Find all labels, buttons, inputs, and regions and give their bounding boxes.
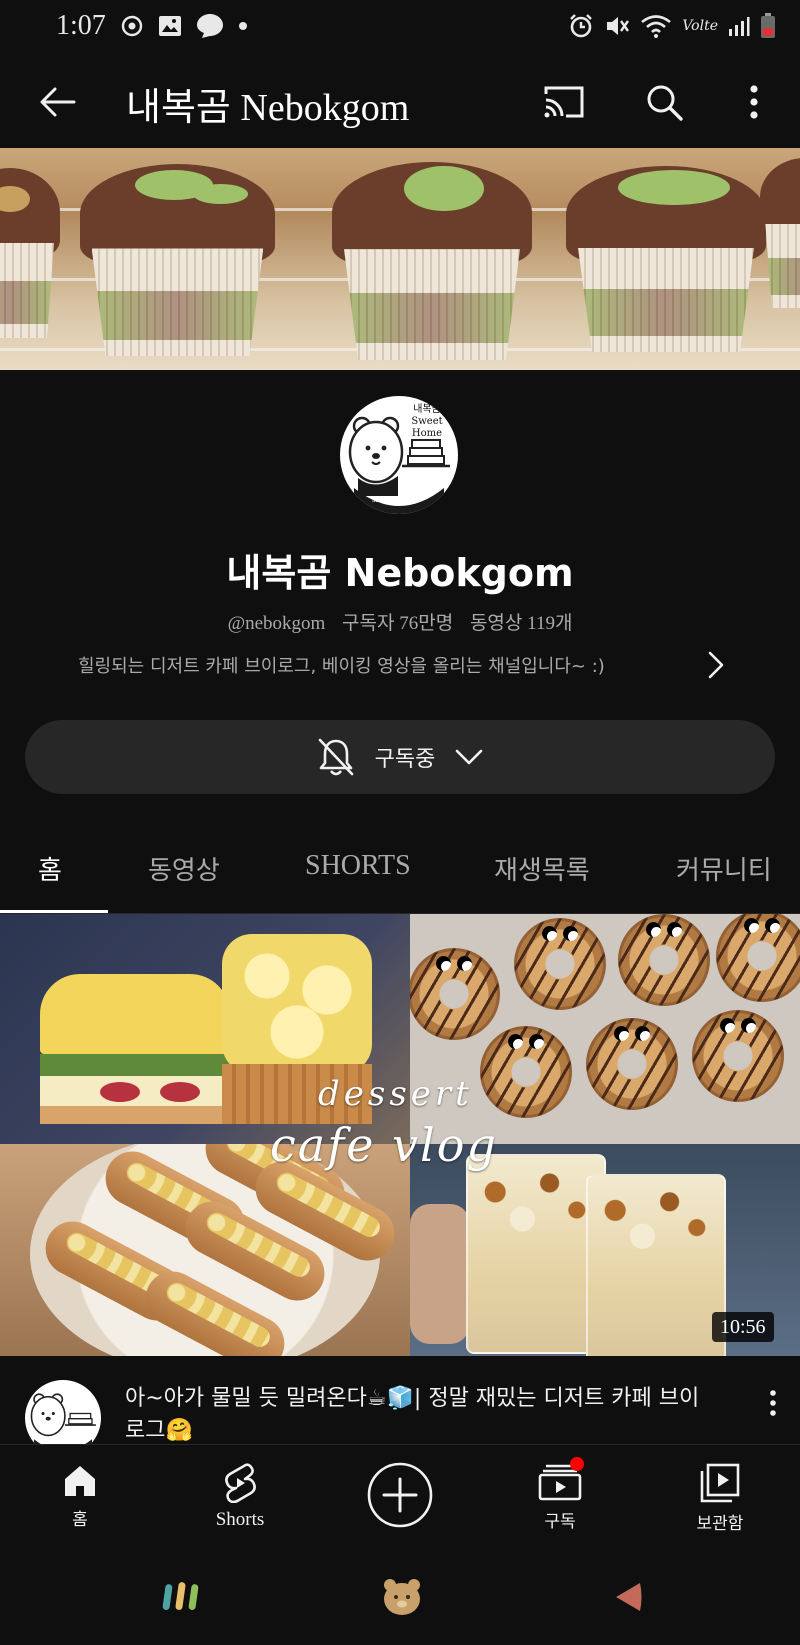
back-button[interactable] [36, 80, 80, 124]
cupcake-image [0, 168, 60, 338]
recent-apps-icon[interactable] [162, 1578, 202, 1614]
donut-image [618, 914, 710, 1006]
cast-icon [544, 86, 584, 118]
donut-image [586, 1018, 678, 1110]
donut-image [410, 948, 500, 1040]
thumbnail-text-dessert: dessert [318, 1074, 473, 1114]
home-bear-icon[interactable] [382, 1576, 422, 1616]
channel-tabs: 홈 동영상 SHORTS 재생목록 커뮤니티 [0, 820, 800, 912]
notification-dot [570, 1457, 584, 1471]
donut-image [514, 918, 606, 1010]
status-left: 1:07 [56, 10, 248, 42]
bell-off-icon [318, 738, 353, 776]
nav-home[interactable]: 홈 [10, 1445, 150, 1553]
avatar-text-line: 내복곰 [413, 404, 441, 415]
video-duration-badge: 10:56 [712, 1312, 774, 1342]
search-icon [647, 85, 683, 121]
tab-home[interactable]: 홈 [38, 850, 62, 887]
nav-subscriptions-label: 구독 [544, 1512, 576, 1532]
nav-create[interactable] [330, 1445, 470, 1553]
thumbnail-text-cafe-vlog: cafe vlog [270, 1118, 498, 1172]
thumbnail-eclair-section [0, 1144, 410, 1356]
cupcake-image [332, 162, 532, 360]
gallery-icon [158, 15, 182, 37]
status-bar: 1:07 Volte [0, 0, 800, 52]
status-time: 1:07 [56, 10, 106, 41]
chevron-down-icon [456, 749, 483, 765]
back-arrow-icon [40, 87, 76, 117]
home-icon [65, 1466, 95, 1496]
dot-indicator-icon [238, 21, 248, 31]
system-navigation-bar [0, 1552, 800, 1645]
subscribed-label: 구독중 [374, 747, 436, 772]
channel-name: 내복곰 Nebokgom [226, 551, 574, 595]
video-count: 동영상 119개 [469, 613, 573, 634]
cupcake-image [760, 158, 800, 308]
tab-videos[interactable]: 동영상 [148, 850, 220, 887]
mute-icon [604, 13, 630, 39]
avatar-text-line: Home [411, 428, 443, 439]
video-title[interactable]: 아~아가 물밀 듯 밀려온다☕🧊| 정말 재밌는 디저트 카페 브이로그🤗 [125, 1383, 715, 1447]
nav-library[interactable]: 보관함 [650, 1445, 790, 1553]
donut-image [716, 914, 800, 1002]
channel-description[interactable]: 힐링되는 디저트 카페 브이로그, 베이킹 영상을 올리는 채널입니다~ :) [78, 652, 718, 678]
back-triangle-icon[interactable] [612, 1580, 644, 1614]
nav-shorts-label: Shorts [215, 1509, 265, 1530]
more-vert-icon [770, 1390, 776, 1416]
hand-image [410, 1204, 470, 1344]
wifi-icon [640, 14, 672, 38]
cupcake-image [566, 166, 766, 352]
status-right: Volte [568, 13, 776, 39]
nav-shorts[interactable]: Shorts [170, 1445, 310, 1553]
cupcake-image [80, 164, 275, 356]
description-expand-button[interactable] [702, 650, 730, 680]
more-options-button[interactable] [736, 78, 772, 126]
signal-icon [728, 15, 750, 37]
more-vert-icon [750, 85, 758, 119]
battery-icon [760, 13, 776, 39]
nav-subscriptions[interactable]: 구독 [490, 1445, 630, 1553]
messenger-icon [196, 13, 224, 39]
channel-banner [0, 148, 800, 370]
channel-meta: @nebokgom 구독자 76만명 동영상 119개 [0, 608, 800, 635]
volte-label: Volte [682, 18, 718, 34]
alarm-icon [568, 13, 594, 39]
tab-community[interactable]: 커뮤니티 [676, 850, 772, 887]
sync-icon [120, 14, 144, 38]
banana-cup-image [586, 1174, 726, 1356]
search-button[interactable] [640, 78, 688, 126]
create-icon [367, 1462, 433, 1528]
nav-home-label: 홈 [72, 1510, 88, 1530]
chevron-right-icon [708, 651, 724, 679]
video-more-button[interactable] [762, 1385, 784, 1421]
nav-library-label: 보관함 [696, 1514, 744, 1534]
app-bar: 내복곰 Nebokgom [0, 52, 800, 148]
donut-image [692, 1010, 784, 1102]
donut-image [480, 1026, 572, 1118]
channel-avatar[interactable]: 내복곰 Sweet Home since 2008 [340, 396, 458, 514]
subscriber-count: 구독자 76만명 [342, 613, 454, 634]
cast-button[interactable] [540, 78, 588, 126]
subscribed-button[interactable]: 구독중 [25, 720, 775, 794]
bottom-navigation: 홈 Shorts 구독 보관함 [0, 1444, 800, 1552]
shorts-icon [225, 1463, 256, 1503]
banana-cup-image [466, 1154, 606, 1354]
tab-shorts[interactable]: SHORTS [305, 850, 411, 882]
avatar-text-line: Sweet [411, 416, 443, 427]
library-icon [700, 1463, 740, 1503]
channel-handle: @nebokgom [227, 613, 326, 634]
avatar-since-text: since 2008 [372, 496, 411, 504]
cake-slice-image [40, 974, 230, 1124]
tab-playlists[interactable]: 재생목록 [494, 850, 590, 887]
page-title: 내복곰 Nebokgom [126, 87, 410, 129]
